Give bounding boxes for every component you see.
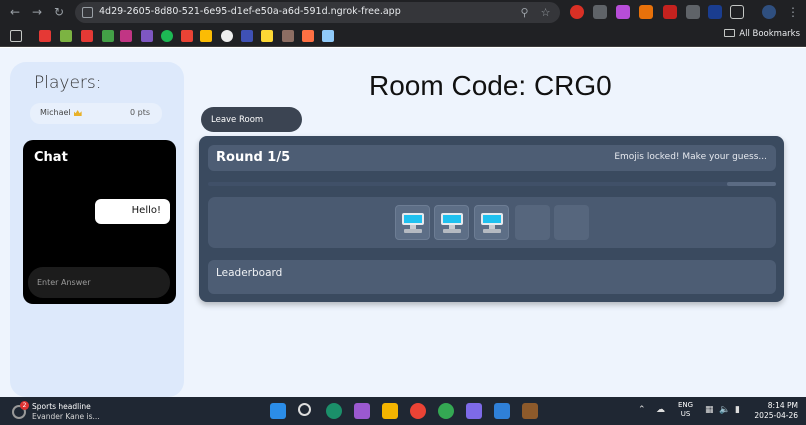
desktop-computer-icon (402, 212, 424, 234)
chevron-up-icon[interactable]: ⌃ (638, 405, 646, 415)
emoji-slot-empty (515, 205, 550, 240)
all-bookmarks-label: All Bookmarks (739, 29, 800, 39)
bookmark-icon[interactable] (322, 30, 334, 42)
browser-toolbar: ← → ↻ 4d29-2605-8d80-521-6e95-d1ef-e50a-… (0, 0, 806, 25)
bookmark-icon[interactable] (39, 30, 51, 42)
round-label: Round 1/5 (216, 150, 291, 165)
address-bar[interactable]: 4d29-2605-8d80-521-6e95-d1ef-e50a-a6d-59… (75, 2, 560, 23)
minecraft-icon[interactable] (522, 403, 538, 419)
file-explorer-icon[interactable] (382, 403, 398, 419)
bookmark-icon[interactable] (261, 30, 273, 42)
weather-icon[interactable]: ☁ (656, 405, 665, 415)
extension-icon[interactable] (663, 5, 677, 19)
forward-icon[interactable]: → (30, 5, 44, 19)
leaderboard-panel: Leaderboard (208, 260, 776, 294)
bookmark-icon[interactable] (81, 30, 93, 42)
chrome-profile-icon[interactable] (438, 403, 454, 419)
extension-icon[interactable] (708, 5, 722, 19)
extensions-puzzle-icon[interactable] (730, 5, 744, 19)
bookmark-icon[interactable] (181, 30, 193, 42)
bookmark-icon[interactable] (200, 30, 212, 42)
chat-title: Chat (34, 150, 68, 165)
chat-panel: Chat Hello! (23, 140, 176, 304)
news-badge: 2 (20, 401, 29, 410)
player-points: 0 pts (129, 108, 150, 117)
game-panel: Round 1/5 Emojis locked! Make your guess… (199, 136, 784, 302)
emoji-slot-empty (554, 205, 589, 240)
bookmark-icon[interactable] (141, 30, 153, 42)
round-progress-bar (208, 182, 776, 186)
network-icon[interactable]: ▦ (705, 405, 714, 415)
bookmark-icon[interactable] (102, 30, 114, 42)
extension-icon[interactable] (639, 5, 653, 19)
news-title: Sports headline (32, 402, 91, 411)
player-name: Michael (40, 108, 82, 117)
extension-icon[interactable] (616, 5, 630, 19)
bookmark-star-icon[interactable]: ☆ (539, 6, 552, 19)
apps-grid-icon[interactable] (10, 30, 22, 42)
profile-avatar[interactable] (762, 5, 776, 19)
room-code-title: Room Code: CRG0 (369, 70, 612, 101)
bookmark-icon[interactable] (60, 30, 72, 42)
players-title: Players: (34, 73, 102, 93)
menu-dots-icon[interactable]: ⋮ (786, 5, 800, 19)
bookmarks-bar: All Bookmarks (0, 25, 806, 47)
bookmark-icon[interactable] (241, 30, 253, 42)
language-indicator[interactable]: ENG US (678, 401, 693, 419)
battery-icon[interactable]: ▮ (735, 405, 740, 415)
extension-icon[interactable] (570, 5, 584, 19)
clock[interactable]: 8:14 PM 2025-04-26 (752, 401, 798, 421)
folder-icon (724, 29, 736, 37)
answer-input[interactable] (28, 267, 170, 298)
extension-icon[interactable] (686, 5, 700, 19)
volume-icon[interactable]: 🔈 (719, 405, 730, 415)
copilot-icon[interactable] (354, 403, 370, 419)
round-progress-fill (727, 182, 776, 186)
zoom-icon[interactable]: ⚲ (518, 6, 531, 19)
extension-icon[interactable] (593, 5, 607, 19)
crown-icon (73, 110, 82, 116)
player-name-text: Michael (40, 108, 71, 117)
chrome-icon[interactable] (410, 403, 426, 419)
round-header: Round 1/5 Emojis locked! Make your guess… (208, 145, 776, 171)
chat-message-text: Hello! (131, 205, 161, 216)
app-icon[interactable] (466, 403, 482, 419)
emoji-slot (434, 205, 469, 240)
site-info-icon[interactable] (82, 7, 93, 18)
round-status: Emojis locked! Make your guess... (614, 152, 767, 162)
desktop-computer-icon (481, 212, 503, 234)
edge-icon[interactable] (326, 403, 342, 419)
leave-room-button[interactable]: Leave Room (201, 107, 302, 132)
bookmark-icon[interactable] (302, 30, 314, 42)
back-icon[interactable]: ← (8, 5, 22, 19)
game-page: Players: Michael 0 pts Chat Hello! Room … (0, 48, 806, 397)
desktop-computer-icon (441, 212, 463, 234)
leaderboard-title: Leaderboard (216, 267, 283, 279)
taskbar: 2 Sports headline Evander Kane is... ⌃ ☁… (0, 397, 806, 425)
chat-message: Hello! (95, 199, 170, 224)
bookmark-icon[interactable] (120, 30, 132, 42)
reload-icon[interactable]: ↻ (52, 5, 66, 19)
players-sidebar: Players: Michael 0 pts Chat Hello! (10, 62, 184, 397)
bookmark-icon[interactable] (221, 30, 233, 42)
language-code: ENG (678, 401, 694, 409)
vscode-icon[interactable] (494, 403, 510, 419)
all-bookmarks-button[interactable]: All Bookmarks (724, 29, 800, 39)
emoji-slot (395, 205, 430, 240)
search-icon[interactable] (298, 403, 311, 416)
windows-start-icon[interactable] (270, 403, 286, 419)
bookmark-icon[interactable] (282, 30, 294, 42)
emoji-panel (208, 197, 776, 248)
url-text: 4d29-2605-8d80-521-6e95-d1ef-e50a-a6d-59… (99, 6, 401, 17)
emoji-slot (474, 205, 509, 240)
player-row: Michael 0 pts (30, 103, 162, 124)
clock-time: 8:14 PM (767, 401, 798, 410)
region-code: US (680, 410, 691, 418)
bookmark-icon[interactable] (161, 30, 173, 42)
news-text: Evander Kane is... (32, 412, 100, 421)
clock-date: 2025-04-26 (754, 411, 798, 420)
